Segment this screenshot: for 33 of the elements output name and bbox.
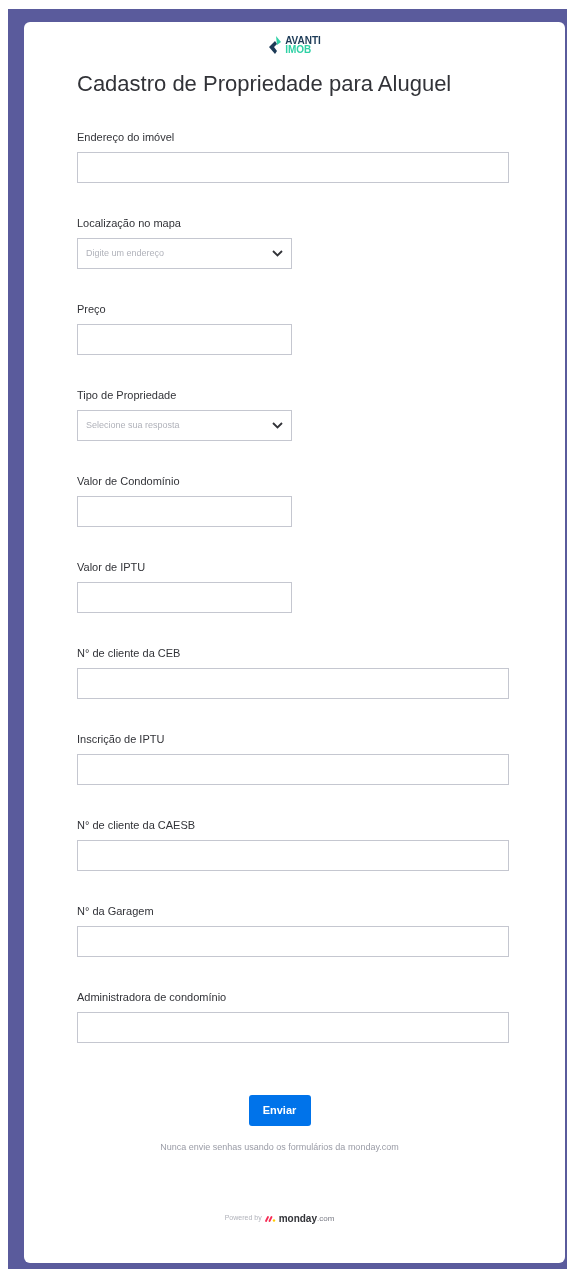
field-label: Valor de Condomínio (77, 474, 181, 488)
text-field[interactable] (77, 668, 509, 699)
text-field[interactable] (77, 152, 509, 183)
logo-text: IMOB (285, 45, 313, 54)
text-field[interactable] (77, 324, 292, 355)
field-label: Tipo de Propriedade (77, 388, 178, 402)
field-label: Valor de IPTU (77, 560, 147, 574)
field-label: N° de cliente da CAESB (77, 818, 197, 832)
text-field[interactable] (77, 926, 509, 957)
chevron-down-icon (272, 250, 283, 257)
text-field[interactable] (77, 1012, 509, 1043)
chevron-down-icon (272, 422, 283, 429)
brand-text: monday (278, 1211, 317, 1226)
field-label: Localização no mapa (77, 216, 182, 230)
field-label: Administradora de condomínio (77, 990, 228, 1004)
field-label: Inscrição de IPTU (77, 732, 166, 746)
monday-logo-icon (264, 1214, 276, 1222)
field-label: Endereço do imóvel (77, 130, 176, 144)
logo-text: AVANTI (285, 36, 321, 45)
text-field[interactable] (77, 496, 292, 527)
notice-text: Nunca envie senhas usando os formulários da monday.com (160, 1141, 399, 1154)
brand-suffix-text: .com (317, 1213, 335, 1223)
text-field[interactable] (77, 582, 292, 613)
field-label: Preço (77, 302, 107, 316)
submit-button[interactable]: Enviar (248, 1095, 311, 1126)
text-field[interactable] (77, 840, 509, 871)
field-label: N° da Garagem (77, 904, 155, 918)
field-label: N° de cliente da CEB (77, 646, 182, 660)
text-field[interactable] (77, 754, 509, 785)
logo-icon (268, 35, 283, 55)
dropdown-field[interactable]: Selecione sua resposta (77, 410, 292, 441)
form-title: Cadastro de Propriedade para Aluguel (77, 70, 453, 98)
dropdown-field[interactable]: Digite um endereço (77, 238, 292, 269)
